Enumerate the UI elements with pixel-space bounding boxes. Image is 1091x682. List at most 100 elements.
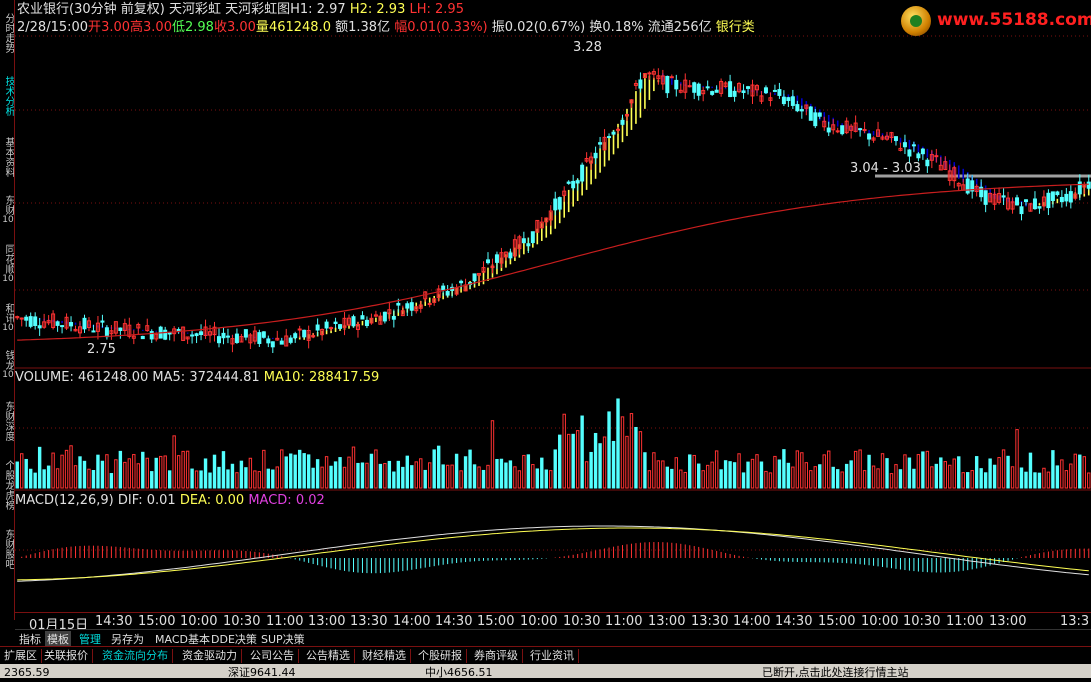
volume-bar (683, 471, 687, 489)
candle-body (1050, 191, 1055, 202)
indicator-tab-3[interactable]: 管理 (77, 631, 103, 647)
volume-bar (60, 454, 64, 489)
volume-bar (988, 458, 992, 489)
time-label: 15:00 (477, 614, 515, 629)
volume-bar (562, 413, 566, 489)
high-label: 高 (130, 20, 144, 35)
extension-toolbar: 扩展区 关联报价 资金流向分布 资金驱动力 公司公告 公告精选 财经精选 个股研报 券商评级 行业… (0, 646, 1091, 665)
volume-bar (925, 450, 930, 489)
dif-label: DIF: (117, 493, 143, 508)
volume-bar (127, 458, 132, 489)
volume-bar (934, 463, 939, 489)
extension-tab-5[interactable]: 公司公告 (246, 649, 299, 663)
volume-bar (333, 461, 338, 489)
low-label: 低 (171, 20, 185, 35)
volume-bar (185, 450, 190, 489)
indicator-tab-1[interactable]: 指标 (17, 631, 43, 647)
volume-bar (957, 456, 961, 489)
candle-body (710, 91, 715, 95)
volume-bar (867, 454, 871, 489)
volume-bar (239, 460, 244, 489)
candle-body (795, 104, 800, 112)
volume-bar (37, 446, 42, 489)
side-tab-6[interactable]: 和讯10 (0, 296, 14, 340)
indicator-tab-7[interactable]: SUP决策 (259, 631, 307, 647)
indicator-tab-6[interactable]: DDE决策 (209, 631, 259, 647)
candle-body (1064, 193, 1069, 202)
extension-tab-1[interactable]: 扩展区 (0, 649, 42, 663)
side-tab-num: 10 (2, 369, 14, 380)
side-tab-4[interactable]: 东财10 (0, 188, 14, 232)
chart-canvas[interactable] (15, 0, 1091, 612)
volume-bar (105, 454, 109, 489)
candle-body (329, 327, 334, 330)
volume-bar (436, 445, 441, 489)
extension-tab-6[interactable]: 公告精选 (302, 649, 355, 663)
volume-bar (688, 454, 692, 489)
main-chart-area[interactable]: 农业银行(30分钟 前复权) 天河彩虹 天河彩虹图H1: 2.97 H2: 2.… (15, 0, 1091, 620)
volume-bar (544, 469, 548, 489)
time-label: 13:30 (350, 614, 388, 629)
volume-bar (42, 469, 46, 489)
volume-bar (661, 460, 665, 489)
range-price-label: 3.04 - 3.03 (850, 161, 921, 176)
turn-value: 0.18% (602, 20, 644, 35)
extension-tab-3[interactable]: 资金流向分布 (98, 649, 173, 663)
side-tab-10[interactable]: 东财股吧 (0, 520, 14, 578)
side-tab-label: 东财 (3, 194, 14, 215)
volume-bar (1060, 459, 1064, 489)
status-index-2: 深证9641.44 (228, 666, 296, 679)
logo-url: www.55188.com (937, 10, 1091, 30)
volume-bar (522, 454, 526, 489)
volume-bar (1037, 472, 1042, 489)
close-value: 3.00 (226, 20, 256, 35)
volume-bar (401, 466, 405, 489)
volume-bar (831, 466, 835, 489)
side-tab-2[interactable]: 技术分析 (0, 66, 14, 126)
volume-bar (1033, 472, 1037, 489)
volume-bar (714, 450, 719, 489)
quote-datetime: 2/28/15:00 (17, 20, 89, 35)
extension-tab-10[interactable]: 行业资讯 (526, 649, 579, 663)
side-tab-5[interactable]: 同花顺10 (0, 234, 14, 294)
volume-label: VOLUME: (15, 370, 74, 385)
time-label: 10:00 (861, 614, 899, 629)
extension-tab-4[interactable]: 资金驱动力 (178, 649, 242, 663)
candle-body (216, 336, 221, 344)
time-label: 13:00 (989, 614, 1027, 629)
vol-label: 量 (255, 20, 269, 35)
indicator-tab-5[interactable]: MACD基本 (153, 631, 212, 647)
volume-bar (306, 454, 311, 489)
volume-bar (737, 453, 741, 489)
site-logo[interactable]: www.55188.com (897, 4, 1091, 38)
candle-body (620, 119, 625, 125)
side-tab-8[interactable]: 东财深度 (0, 392, 14, 450)
connection-status-link[interactable]: 已断开,点击此处连接行情主站 (762, 664, 909, 682)
volume-bar (513, 466, 517, 489)
candle-body (696, 83, 701, 96)
time-label: 14:00 (733, 614, 771, 629)
side-tab-7[interactable]: 钱龙10 (0, 342, 14, 388)
volume-bar (903, 454, 907, 489)
extension-tab-8[interactable]: 个股研报 (414, 649, 467, 663)
candle-body (777, 89, 782, 96)
indicator-name: 天河彩虹 (168, 2, 221, 17)
dea-line (17, 527, 1089, 581)
indicator-tab-4[interactable]: 另存为 (109, 631, 146, 647)
extension-tab-2[interactable]: 关联报价 (40, 649, 93, 663)
side-tab-3[interactable]: 基本资料 (0, 128, 14, 186)
candle-body (665, 75, 670, 94)
side-tab-1[interactable]: 分时走势 (0, 2, 14, 64)
sector-link[interactable]: 银行类 (716, 20, 755, 35)
candle-body (1015, 197, 1020, 206)
candle-body (333, 321, 338, 325)
side-tab-9[interactable]: 个股龙虎榜 (0, 452, 14, 518)
volume-bar (1006, 455, 1010, 489)
extension-tab-9[interactable]: 券商评级 (470, 649, 523, 663)
candle-body (279, 340, 284, 345)
extension-tab-7[interactable]: 财经精选 (358, 649, 411, 663)
volume-bar (948, 464, 952, 489)
indicator-tab-2[interactable]: 模板 (45, 631, 71, 647)
volume-bar (145, 457, 149, 489)
amp-value: 0.02(0.67%) (504, 20, 586, 35)
